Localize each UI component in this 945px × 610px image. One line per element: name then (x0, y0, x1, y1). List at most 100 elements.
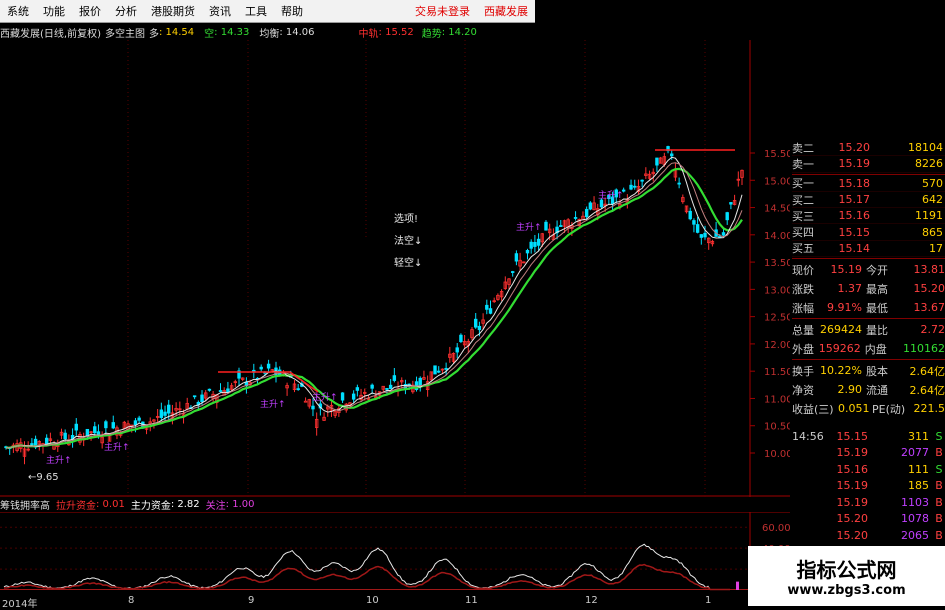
indicator-info-bar: 筹钱拥率高 拉升资金: 0.01 主力资金: 2.82 关注: 1.00 (0, 497, 260, 512)
trade-login-status[interactable]: 交易未登录 (408, 3, 477, 19)
candle-body (573, 217, 578, 219)
candle-body (655, 157, 659, 166)
menu-function[interactable]: 功能 (36, 3, 72, 19)
candle-body (163, 411, 167, 416)
candle (533, 234, 537, 253)
indicator-title[interactable]: 筹钱拥率高 (0, 497, 50, 512)
stat-row: 总量 269424 量比 2.72 (792, 323, 945, 337)
candle (470, 327, 474, 341)
candle (218, 383, 223, 393)
candle-body (677, 182, 681, 185)
candle (355, 384, 360, 397)
x-tick: 2014年 (2, 599, 38, 610)
candle (525, 248, 530, 260)
candle (736, 171, 741, 187)
candle-body (533, 241, 537, 247)
candle (707, 237, 711, 250)
candle (222, 387, 226, 396)
candle-body (695, 224, 700, 233)
x-tick: 10 (366, 595, 379, 606)
candle-body (459, 334, 463, 343)
candle-body (640, 179, 644, 182)
candle (444, 362, 448, 376)
candle-body (303, 400, 308, 403)
candle (259, 364, 263, 372)
candle (633, 179, 637, 190)
candle (488, 300, 493, 315)
buy-2-row: 买二 15.17 642 (792, 193, 945, 209)
candle (307, 398, 311, 409)
candle-body (133, 420, 138, 426)
stat-row: 外盘 159262 内盘 110162 (792, 342, 945, 356)
candle (651, 168, 655, 182)
price-tick-label: 11.50 (764, 367, 790, 378)
candle-body (588, 202, 593, 210)
candle-body (311, 405, 315, 410)
candle-body (104, 421, 108, 429)
stat-row: 收益(三) 0.051 PE(动) 221.5 (792, 402, 945, 416)
candle-body (259, 366, 263, 370)
price-tick-label: 12.00 (764, 340, 790, 351)
menu-help[interactable]: 帮助 (274, 3, 310, 19)
price-tick-label: 11.00 (764, 394, 790, 405)
stock-name-link[interactable]: 西藏发展 (477, 3, 535, 19)
duo-value: : 14.54 (158, 26, 195, 38)
candle (359, 388, 363, 402)
candle (433, 365, 437, 375)
candle (699, 234, 704, 245)
signal-mask (300, 240, 450, 336)
candle (677, 177, 681, 189)
candle (729, 202, 733, 210)
candle-body (218, 390, 223, 392)
stat-row: 涨跌 1.37 最高 15.20 (792, 282, 945, 296)
candle-body (63, 432, 67, 440)
candle (474, 313, 478, 329)
candle (185, 397, 189, 411)
candle (159, 402, 164, 421)
candle (577, 218, 581, 228)
zhuli-label: 主力资金 (130, 500, 171, 512)
candle-body (529, 241, 533, 249)
menu-tools[interactable]: 工具 (238, 3, 274, 19)
candle (503, 276, 507, 290)
candle-body (525, 250, 530, 254)
date-axis: 2014年 8 9 10 11 12 1 (0, 595, 790, 610)
candle (104, 419, 108, 435)
price-tick-label: 14.50 (764, 204, 790, 215)
menu-analysis[interactable]: 分析 (108, 3, 144, 19)
x-tick: 8 (128, 595, 135, 606)
candle-body (167, 404, 171, 414)
qushi-value: : 14.20 (441, 26, 477, 38)
candle (333, 410, 337, 419)
candle-body (30, 443, 34, 445)
candle (322, 412, 326, 421)
buy-3-row: 买三 15.16 1191 (792, 209, 945, 225)
low-price-label: ←9.65 (28, 472, 59, 483)
candle-body (433, 365, 437, 375)
candle (681, 194, 685, 204)
watermark-logo: 指标公式网 www.zbgs3.com (748, 546, 945, 606)
candle (536, 233, 541, 252)
candle (640, 179, 644, 188)
candle (122, 420, 127, 429)
price-tick-label: 13.00 (764, 285, 790, 296)
signal-label: 轻空↓ (394, 256, 422, 269)
menu-news[interactable]: 资讯 (202, 3, 238, 19)
candle (658, 156, 663, 164)
candle-body (699, 234, 704, 238)
candle (314, 412, 319, 436)
main-chart-info-bar: 西藏发展(日线,前复权) 多空主图 多: 14.54 空: 14.33 均衡: … (0, 24, 481, 40)
menu-quote[interactable]: 报价 (72, 3, 108, 19)
candle (514, 250, 519, 266)
menu-hk-futures[interactable]: 港股期货 (144, 3, 202, 19)
menu-system[interactable]: 系统 (0, 3, 36, 19)
price-tick-label: 12.50 (764, 313, 790, 324)
indicator-chart[interactable]: 60.0040.0020.00 (0, 512, 790, 596)
guanzhu-label: 关注 (205, 500, 226, 512)
candle (644, 167, 648, 179)
candlestick-chart[interactable]: 15.50 15.00 14.50 14.00 13.50 13.00 12.50 12.00… (0, 40, 790, 497)
candle-body (633, 185, 637, 188)
candle (292, 380, 297, 393)
up-signal-label: 主升↑ (46, 454, 72, 466)
indicator-name[interactable]: 多空主图 (105, 25, 145, 40)
